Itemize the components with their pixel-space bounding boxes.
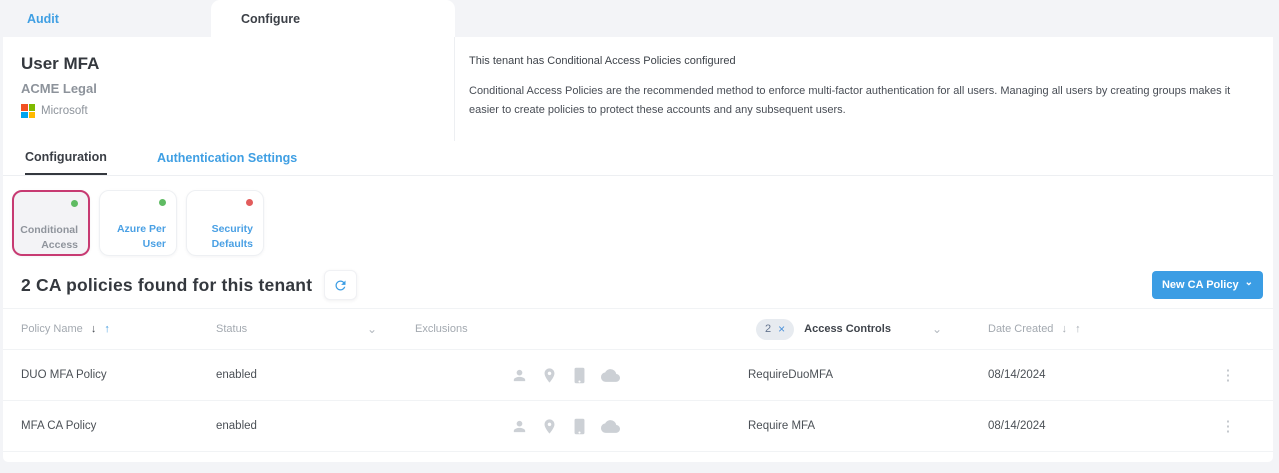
sort-desc-icon[interactable]: ↓ [91, 323, 97, 335]
user-icon [511, 367, 528, 384]
policy-name-cell: DUO MFA Policy [3, 369, 216, 381]
access-controls-filter-chevron-icon[interactable]: ⌄ [932, 325, 942, 333]
cloud-icon [601, 419, 620, 434]
card-label: Azure PerUser [117, 222, 166, 252]
header-description-block: This tenant has Conditional Access Polic… [454, 37, 1273, 141]
tab-configuration[interactable]: Configuration [25, 141, 107, 175]
access-controls-cell: RequireDuoMFA [740, 369, 978, 381]
sub-tab-bar: Configuration Authentication Settings [3, 141, 1273, 176]
close-icon[interactable]: × [778, 322, 785, 336]
date-created-cell: 08/14/2024 [978, 420, 1183, 432]
vendor-row: Microsoft [21, 104, 454, 118]
cloud-icon [601, 368, 620, 383]
device-icon [571, 418, 588, 435]
header-left: User MFA ACME Legal Microsoft [3, 37, 454, 141]
table-row: MFA CA Policy enabled Require MFA 08/14/… [3, 401, 1273, 452]
page-title: User MFA [21, 54, 454, 74]
new-ca-policy-label: New CA Policy [1162, 279, 1239, 291]
mfa-method-cards: ConditionalAccess Azure PerUser Security… [3, 176, 1273, 268]
device-icon [571, 367, 588, 384]
ca-policies-table: Policy Name ↓ ↑ Status ⌄ Exclusions 2 × [3, 308, 1273, 452]
col-exclusions: Exclusions [391, 323, 740, 335]
row-menu-kebab-icon[interactable]: ⋮ [1221, 417, 1236, 435]
ca-policies-description: Conditional Access Policies are the reco… [469, 82, 1251, 119]
col-date-created: Date Created ↓ ↑ [978, 323, 1183, 335]
tab-authentication-settings-label: Authentication Settings [157, 151, 297, 165]
card-security-defaults[interactable]: SecurityDefaults [186, 190, 264, 256]
exclusions-cell [391, 367, 740, 384]
card-label: ConditionalAccess [20, 223, 78, 253]
status-cell: enabled [216, 369, 391, 381]
access-controls-cell: Require MFA [740, 420, 978, 432]
status-dot-red-icon [246, 199, 253, 206]
col-status: Status ⌄ [216, 323, 391, 335]
top-tab-bar: Audit Configure [0, 0, 1279, 37]
date-created-cell: 08/14/2024 [978, 369, 1183, 381]
page-header: User MFA ACME Legal Microsoft This tenan… [3, 37, 1273, 141]
tenant-status-line: This tenant has Conditional Access Polic… [469, 55, 1253, 67]
table-header-row: Policy Name ↓ ↑ Status ⌄ Exclusions 2 × [3, 308, 1273, 350]
user-mfa-page: Audit Configure User MFA ACME Legal Micr… [0, 0, 1279, 473]
filter-count: 2 [765, 323, 771, 335]
card-conditional-access[interactable]: ConditionalAccess [12, 190, 90, 256]
refresh-button[interactable] [324, 270, 357, 300]
location-icon [541, 367, 558, 384]
content-panel: User MFA ACME Legal Microsoft This tenan… [3, 37, 1273, 462]
vendor-label: Microsoft [41, 105, 88, 117]
status-dot-green-icon [159, 199, 166, 206]
tab-configure-label: Configure [241, 12, 300, 26]
table-row: DUO MFA Policy enabled RequireDuoMFA 08/… [3, 350, 1273, 401]
col-policy-name: Policy Name ↓ ↑ [3, 323, 216, 335]
tab-audit-label: Audit [27, 12, 59, 26]
microsoft-logo-icon [21, 104, 35, 118]
status-filter-chevron-icon[interactable]: ⌄ [367, 325, 377, 333]
user-icon [511, 418, 528, 435]
policies-heading-row: 2 CA policies found for this tenant New … [3, 268, 1273, 308]
tab-configure[interactable]: Configure [211, 0, 455, 37]
policies-count-heading: 2 CA policies found for this tenant [21, 275, 312, 296]
sort-asc-icon[interactable]: ↑ [1075, 323, 1081, 335]
tab-audit[interactable]: Audit [0, 0, 211, 37]
exclusions-cell [391, 418, 740, 435]
access-controls-filter-badge[interactable]: 2 × [756, 319, 794, 340]
new-ca-policy-button[interactable]: New CA Policy ⌄ [1152, 271, 1263, 299]
sort-desc-icon[interactable]: ↓ [1062, 323, 1068, 335]
col-access-controls: 2 × Access Controls ⌄ [740, 319, 978, 340]
status-dot-green-icon [71, 200, 78, 207]
card-azure-per-user[interactable]: Azure PerUser [99, 190, 177, 256]
tab-authentication-settings[interactable]: Authentication Settings [157, 141, 297, 175]
chevron-down-icon: ⌄ [1245, 280, 1253, 286]
card-label: SecurityDefaults [212, 222, 253, 252]
status-cell: enabled [216, 420, 391, 432]
refresh-icon [333, 278, 348, 293]
location-icon [541, 418, 558, 435]
tab-configuration-label: Configuration [25, 150, 107, 164]
policy-name-cell: MFA CA Policy [3, 420, 216, 432]
tenant-name: ACME Legal [21, 81, 454, 96]
row-menu-kebab-icon[interactable]: ⋮ [1221, 366, 1236, 384]
sort-asc-icon[interactable]: ↑ [104, 323, 110, 335]
